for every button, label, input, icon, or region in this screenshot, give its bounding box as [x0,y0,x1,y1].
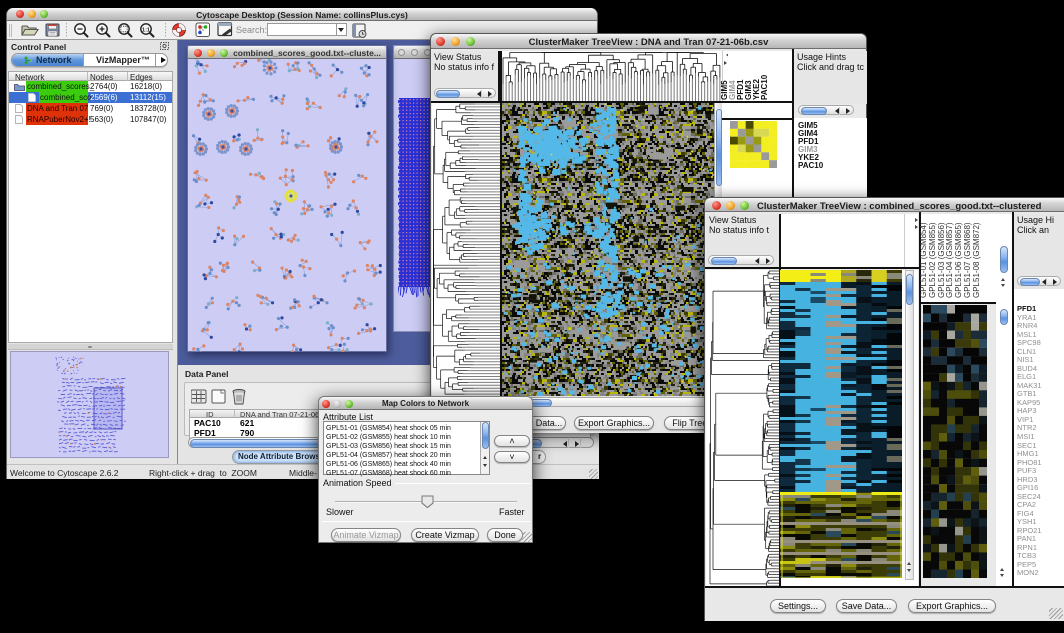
svg-text:1:1: 1:1 [142,27,150,33]
